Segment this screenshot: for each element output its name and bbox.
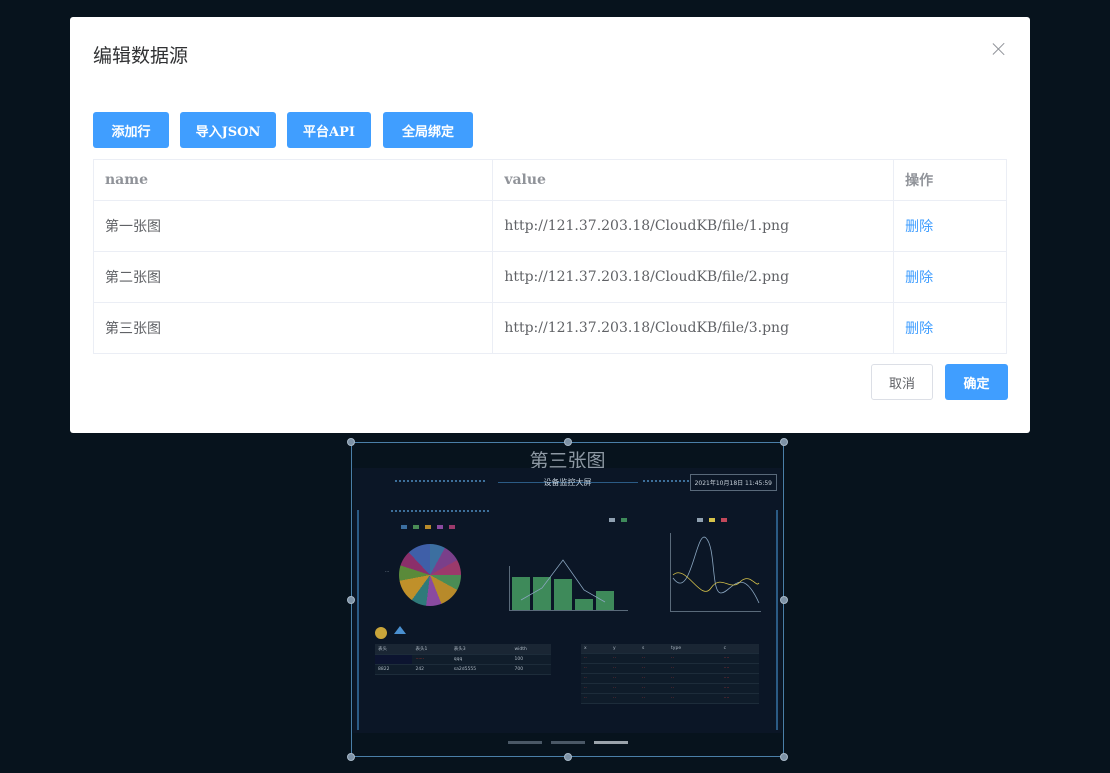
bar-legend [605, 517, 629, 523]
datasource-table: name value 操作 第一张图 http://121.37.203.18/… [92, 159, 1007, 354]
arrow-up-icon [394, 626, 406, 634]
cancel-button[interactable]: 取消 [871, 364, 933, 400]
carousel-indicator-1[interactable] [508, 741, 542, 744]
edit-datasource-dialog: 编辑数据源 添加行 导入JSON 平台API 全局绑定 name value 操… [70, 17, 1030, 433]
bar [512, 577, 530, 610]
panel-dots [391, 510, 491, 512]
line-chart [670, 533, 761, 612]
add-row-button[interactable]: 添加行 [93, 112, 169, 148]
table-row: 第三张图 http://121.37.203.18/CloudKB/file/3… [92, 302, 1007, 354]
column-header-name: name [92, 159, 494, 201]
resize-handle-top-right[interactable] [780, 438, 788, 446]
table-row: 第二张图 http://121.37.203.18/CloudKB/file/2… [92, 251, 1007, 303]
bar [533, 577, 551, 610]
pie-legend [397, 524, 457, 530]
platform-api-button[interactable]: 平台API [287, 112, 371, 148]
pie-chart [399, 544, 461, 606]
right-frame [776, 510, 778, 730]
bar [596, 591, 614, 610]
right-mini-table: x y s type c ·· ·· ·· ·· ···· ·· ·· ·· ·· ···· ·· ·· ·… [581, 644, 759, 704]
carousel-indicator-3[interactable] [594, 741, 628, 744]
table-row: 第一张图 http://121.37.203.18/CloudKB/file/1… [92, 200, 1007, 252]
delete-row-link[interactable]: 删除 [893, 251, 1007, 303]
delete-row-link[interactable]: 删除 [893, 302, 1007, 354]
resize-handle-bottom-left[interactable] [347, 753, 355, 761]
bar [554, 579, 572, 610]
dashboard-time: 2021年10月18日 11:45:59 [689, 474, 777, 491]
row-value-cell[interactable]: http://121.37.203.18/CloudKB/file/2.png [492, 251, 895, 303]
bar-trend-line [520, 559, 606, 603]
row-value-cell[interactable]: http://121.37.203.18/CloudKB/file/3.png [492, 302, 895, 354]
left-frame [357, 510, 359, 730]
confirm-button[interactable]: 确定 [945, 364, 1008, 400]
row-name-cell[interactable]: 第三张图 [92, 302, 494, 354]
bar-chart [509, 559, 628, 611]
resize-handle-right[interactable] [780, 596, 788, 604]
left-mini-table: 表头 表头1 表头3 width ······ qqq 100 8822 242 sa2d55… [375, 644, 551, 675]
resize-handle-left[interactable] [347, 596, 355, 604]
resize-handle-top[interactable] [564, 438, 572, 446]
resize-handle-bottom[interactable] [564, 753, 572, 761]
global-bind-button[interactable]: 全局绑定 [383, 112, 473, 148]
resize-handle-top-left[interactable] [347, 438, 355, 446]
resize-handle-bottom-right[interactable] [780, 753, 788, 761]
row-name-cell[interactable]: 第一张图 [92, 200, 494, 252]
dashboard-preview-image: 设备监控大屏 2021年10月18日 11:45:59 ··· 表头 表头1 表… [353, 468, 782, 733]
carousel-indicator-2[interactable] [551, 741, 585, 744]
line-chart-svg [672, 536, 760, 604]
close-icon[interactable] [991, 41, 1007, 57]
dialog-title: 编辑数据源 [93, 45, 189, 67]
import-json-button[interactable]: 导入JSON [180, 112, 276, 148]
play-icon [375, 627, 387, 639]
table-header-row: name value 操作 [92, 159, 1007, 201]
column-header-value: value [492, 159, 895, 201]
line-legend [693, 517, 729, 523]
column-header-actions: 操作 [893, 159, 1007, 201]
carousel-component[interactable]: 第三张图 设备监控大屏 2021年10月18日 11:45:59 ··· 表头 … [347, 438, 788, 761]
row-name-cell[interactable]: 第二张图 [92, 251, 494, 303]
pie-label: ··· [385, 570, 390, 575]
bar [575, 599, 593, 610]
row-value-cell[interactable]: http://121.37.203.18/CloudKB/file/1.png [492, 200, 895, 252]
delete-row-link[interactable]: 删除 [893, 200, 1007, 252]
